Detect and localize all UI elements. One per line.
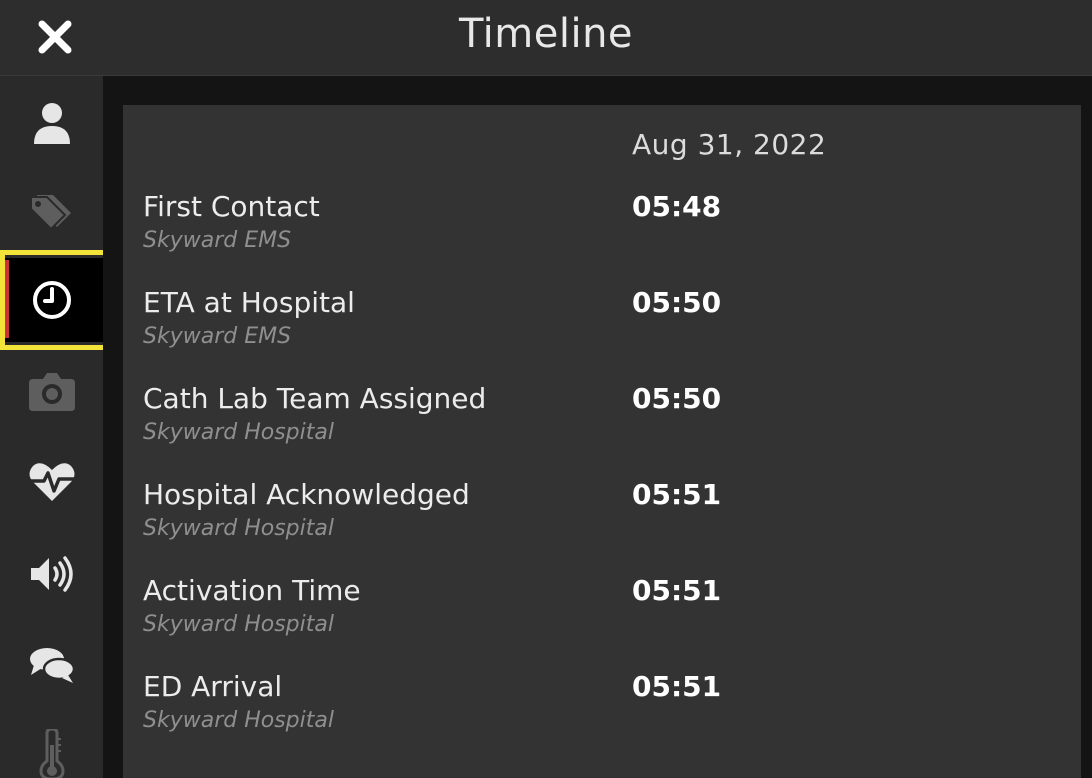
clock-icon [32, 281, 71, 319]
date-header: Aug 31, 2022 [632, 128, 827, 161]
event-time: 05:50 [632, 286, 722, 319]
close-button[interactable] [30, 14, 80, 60]
thermometer-icon [38, 729, 65, 778]
close-icon [38, 20, 72, 54]
timeline-event: Activation Time Skyward Hospital 05:51 [143, 574, 1043, 654]
tags-icon [29, 195, 71, 231]
sidebar-item-audio[interactable] [0, 526, 103, 622]
header-bar: Timeline [0, 0, 1092, 76]
event-time: 05:50 [632, 382, 722, 415]
event-time: 05:51 [632, 574, 722, 607]
sidebar [0, 76, 103, 778]
event-name: Activation Time [143, 574, 361, 607]
heartbeat-icon [29, 463, 74, 501]
event-source: Skyward Hospital [143, 420, 334, 445]
event-name: ED Arrival [143, 670, 283, 703]
camera-icon [28, 373, 75, 411]
volume-icon [30, 556, 73, 592]
timeline-event: Cath Lab Team Assigned Skyward Hospital … [143, 382, 1043, 462]
timeline-app: Timeline Aug 31, 2022 First Contact Skyw… [0, 0, 1092, 778]
sidebar-item-timeline[interactable] [0, 258, 103, 342]
timeline-event: ETA at Hospital Skyward EMS 05:50 [143, 286, 1043, 366]
event-source: Skyward Hospital [143, 612, 334, 637]
event-name: Hospital Acknowledged [143, 478, 470, 511]
sidebar-item-vitals[interactable] [0, 434, 103, 530]
event-time: 05:51 [632, 478, 722, 511]
event-name: First Contact [143, 190, 320, 223]
sidebar-item-messages[interactable] [0, 618, 103, 714]
event-source: Skyward Hospital [143, 516, 334, 541]
event-source: Skyward EMS [143, 228, 292, 253]
active-tab-indicator [2, 260, 9, 338]
timeline-event: ED Arrival Skyward Hospital 05:51 [143, 670, 1043, 750]
sidebar-item-patient[interactable] [0, 76, 103, 172]
timeline-event: Hospital Acknowledged Skyward Hospital 0… [143, 478, 1043, 558]
chat-icon [29, 648, 75, 683]
event-source: Skyward EMS [143, 324, 292, 349]
timeline-event: First Contact Skyward EMS 05:48 [143, 190, 1043, 270]
event-time: 05:51 [632, 670, 722, 703]
sidebar-item-temperature[interactable] [0, 706, 103, 778]
event-time: 05:48 [632, 190, 722, 223]
event-source: Skyward Hospital [143, 708, 334, 733]
page-title: Timeline [458, 11, 634, 57]
event-name: ETA at Hospital [143, 286, 355, 319]
sidebar-item-tags[interactable] [0, 164, 103, 260]
sidebar-item-photos[interactable] [0, 344, 103, 440]
event-name: Cath Lab Team Assigned [143, 382, 487, 415]
user-icon [33, 103, 70, 144]
